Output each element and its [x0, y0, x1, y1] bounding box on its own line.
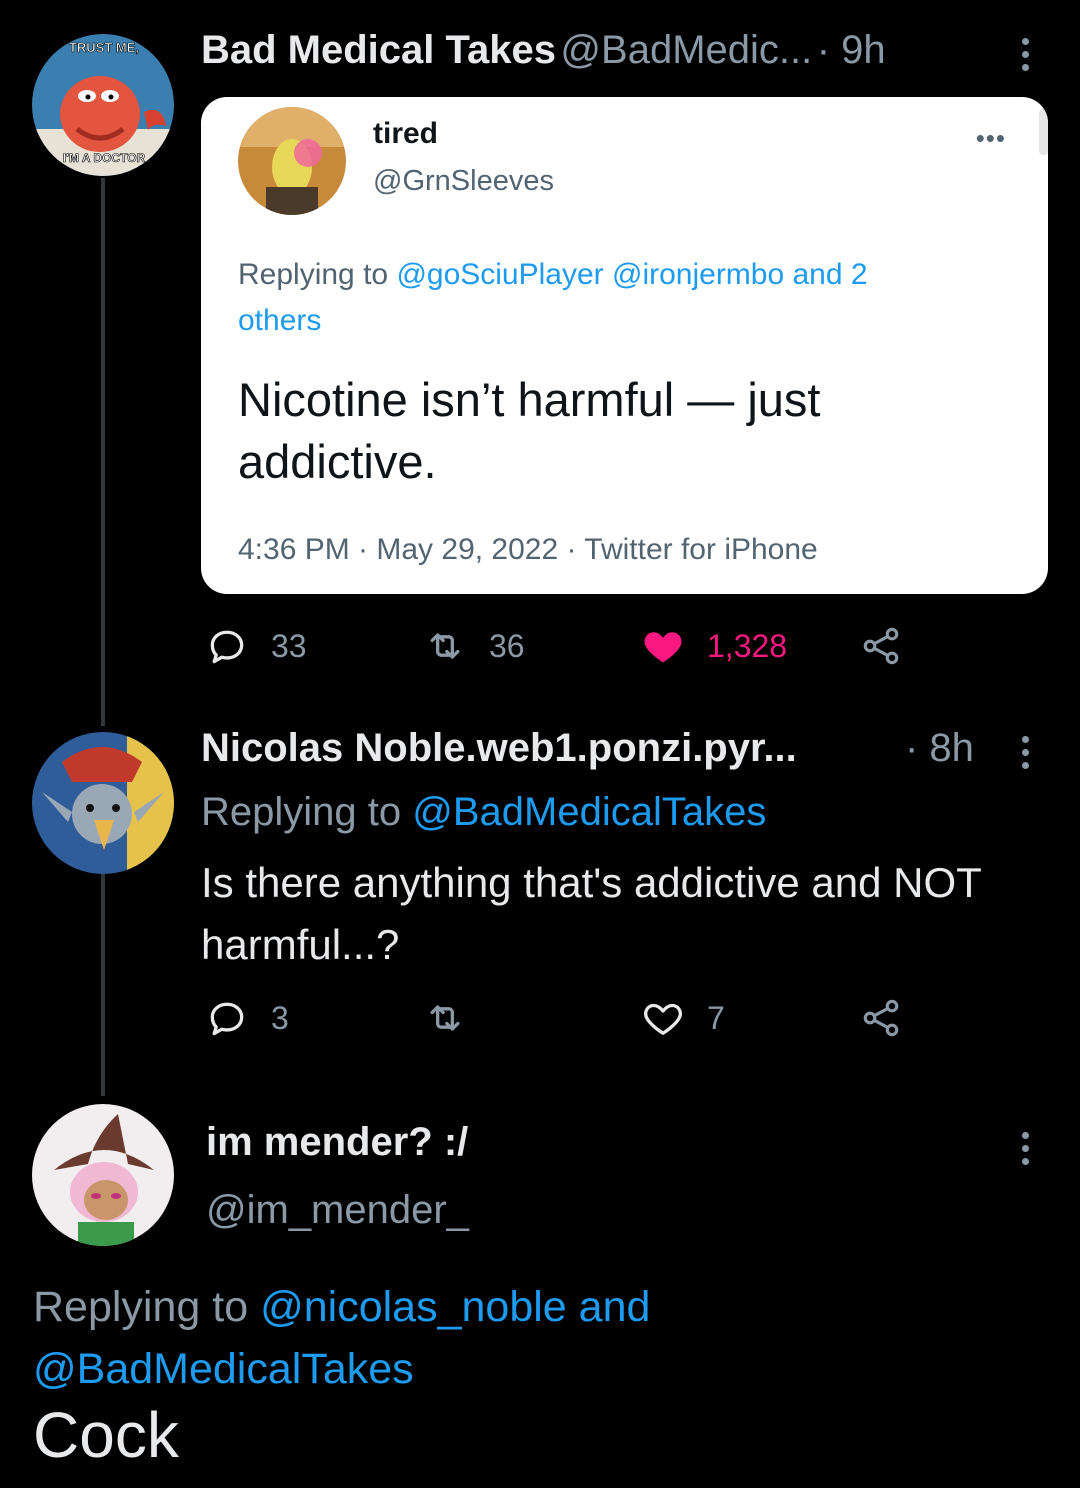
burns-avatar-image	[238, 107, 346, 215]
quoted-tweet-text: Nicotine isn’t harmful — just addictive.	[238, 373, 821, 488]
tweet1-reply-button[interactable]: 33	[205, 624, 307, 668]
quoted-more-icon[interactable]: •••	[976, 123, 1006, 154]
tweet2-retweet-button[interactable]	[423, 996, 489, 1040]
tweet1-retweet-button[interactable]: 36	[423, 624, 525, 668]
tweet2-author-name[interactable]: Nicolas Noble.web1.ponzi.pyr...	[201, 726, 797, 770]
heart-outline-icon	[644, 1003, 682, 1035]
tweet1-header: Bad Medical Takes @BadMedic... · 9h	[201, 28, 886, 73]
tweet1-more-icon[interactable]	[1022, 38, 1030, 77]
share-icon	[863, 627, 899, 665]
avatar-bad-medical-takes[interactable]: TRUST ME, I'M A DOCTOR	[32, 34, 174, 176]
quoted-tweet-card[interactable]: tired @GrnSleeves ••• Replying to @goSci…	[201, 97, 1048, 594]
tweet2-reply-button[interactable]: 3	[205, 996, 289, 1040]
quoted-replying-prefix: Replying to	[238, 258, 397, 291]
avatar-im-mender[interactable]	[32, 1104, 174, 1246]
tweet2-timestamp[interactable]: · 8h	[905, 726, 974, 771]
tweet3-more-icon[interactable]	[1022, 1132, 1030, 1171]
quoted-author-handle[interactable]: @GrnSleeves	[373, 165, 554, 198]
tweet3-author-name[interactable]: im mender? :/	[206, 1120, 468, 1165]
quoted-author-name[interactable]: tired	[373, 117, 438, 151]
tweet1-like-count: 1,328	[707, 627, 788, 664]
avatar-nicolas-noble[interactable]	[32, 732, 174, 874]
quoted-avatar[interactable]	[238, 107, 346, 215]
tweet2-replying-prefix: Replying to	[201, 790, 413, 834]
quoted-replying-to: Replying to @goSciuPlayer @ironjermbo an…	[238, 252, 958, 344]
tweet2-more-icon[interactable]	[1022, 736, 1030, 775]
svg-text:TRUST ME,: TRUST ME,	[69, 40, 139, 55]
witch-avatar-image	[32, 1104, 174, 1246]
heart-filled-icon	[644, 632, 682, 663]
tweet2-like-button[interactable]: 7	[641, 996, 725, 1040]
tweet2-text: Is there anything that's addictive and N…	[201, 859, 982, 968]
reply-icon	[210, 1002, 244, 1036]
tweet1-author-name[interactable]: Bad Medical Takes	[201, 28, 556, 72]
tweet3-replying-prefix: Replying to	[33, 1283, 261, 1331]
svg-text:I'M A DOCTOR: I'M A DOCTOR	[63, 151, 146, 165]
tweet2-header: Nicolas Noble.web1.ponzi.pyr...	[201, 726, 797, 771]
thread-line-2	[101, 872, 105, 1096]
retweet-icon	[430, 1005, 460, 1031]
tweet3-author-handle[interactable]: @im_mender_	[206, 1188, 469, 1233]
quoted-tweet-meta: 4:36 PM · May 29, 2022 · Twitter for iPh…	[238, 533, 818, 566]
tweet1-actions: 33 36 1,328	[201, 624, 921, 674]
tweet1-reply-count: 33	[271, 627, 307, 664]
tweet1-timestamp[interactable]: · 9h	[817, 28, 886, 72]
tweet3-text: Cock	[33, 1399, 179, 1471]
tweet2-reply-mention[interactable]: @BadMedicalTakes	[412, 790, 766, 834]
card-scrollbar	[1039, 109, 1048, 155]
tweet2-actions: 3 7	[201, 996, 921, 1046]
retweet-icon	[430, 633, 460, 659]
thread-line-1	[101, 178, 105, 726]
reply-icon	[210, 630, 244, 664]
tweet2-share-button[interactable]	[859, 996, 925, 1040]
tweet1-share-button[interactable]	[859, 624, 925, 668]
tweet1-retweet-count: 36	[489, 627, 525, 664]
share-icon	[863, 999, 899, 1037]
tweet2-like-count: 7	[707, 999, 725, 1036]
tweet1-author-handle[interactable]: @BadMedic...	[560, 28, 812, 72]
tweet1-like-button[interactable]: 1,328	[641, 624, 787, 668]
tweet3-replying-to: Replying to @nicolas_noble and @BadMedic…	[33, 1276, 733, 1400]
tweet2-replying-to: Replying to @BadMedicalTakes	[201, 790, 766, 835]
tweet2-reply-count: 3	[271, 999, 289, 1036]
goblin-avatar-image	[32, 732, 174, 874]
zoidberg-avatar-image: TRUST ME, I'M A DOCTOR	[32, 34, 174, 176]
